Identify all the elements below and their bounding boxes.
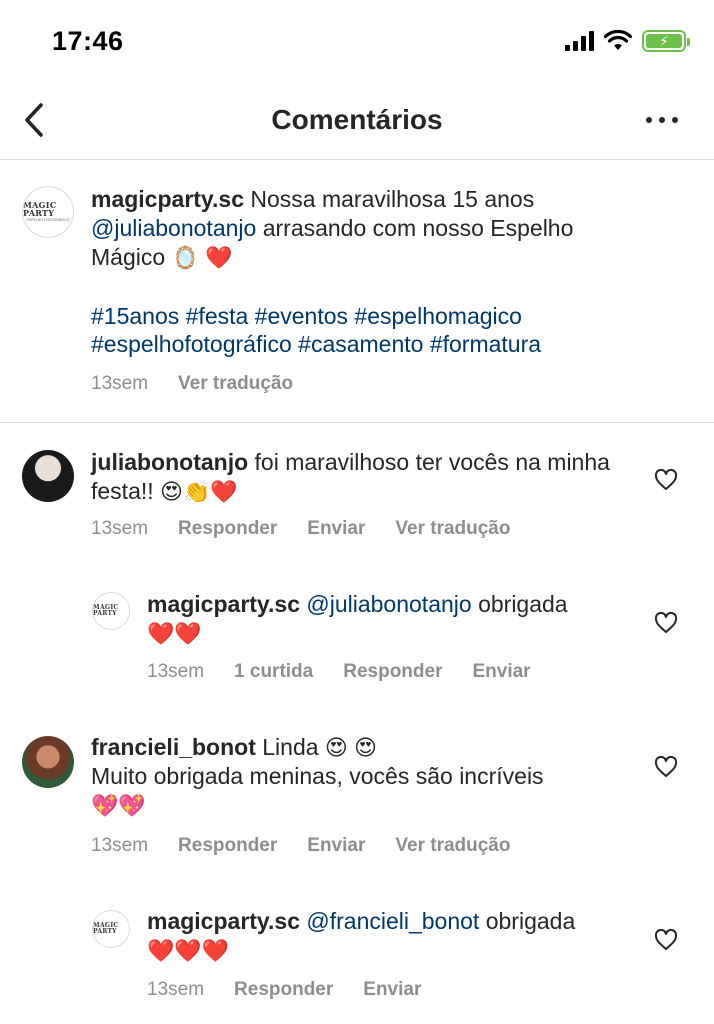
timestamp: 13sem <box>147 979 205 1000</box>
emoji: 💖💖 <box>91 793 146 818</box>
mention-link[interactable]: @juliabonotanjo <box>306 591 471 617</box>
hashtag-line[interactable]: #espelhofotográfico #casamento #formatur… <box>91 330 541 359</box>
timestamp: 13sem <box>91 373 149 394</box>
comment-text: magicparty.sc @francieli_bonot obrigada ❤… <box>147 908 576 963</box>
emoji: 😍👏❤️ <box>160 479 238 504</box>
wifi-icon <box>604 30 632 50</box>
divider <box>0 422 714 423</box>
like-button[interactable] <box>653 610 679 636</box>
avatar[interactable]: MAGIC PARTY <box>92 592 130 630</box>
translate-link[interactable]: Ver tradução <box>178 373 293 395</box>
heart-icon <box>654 469 678 490</box>
battery-charging-icon: ⚡ <box>642 30 690 52</box>
emoji: ❤️❤️❤️ <box>147 938 230 963</box>
emoji: ❤️❤️ <box>147 621 202 646</box>
send-button[interactable]: Enviar <box>307 835 365 857</box>
caption-meta: 13sem Ver tradução <box>91 373 293 395</box>
username-link[interactable]: francieli_bonot <box>91 734 256 760</box>
timestamp: 13sem <box>147 661 205 682</box>
caption-text: magicparty.sc Nossa maravilhosa 15 anos … <box>91 186 574 270</box>
mention-link[interactable]: @juliabonotanjo <box>91 215 256 241</box>
more-horizontal-icon <box>646 117 652 123</box>
heart-icon <box>654 612 678 633</box>
like-button[interactable] <box>653 467 679 493</box>
translate-link[interactable]: Ver tradução <box>395 518 510 540</box>
comment-meta: 13sem Responder Enviar Ver tradução <box>91 835 510 857</box>
reply-button[interactable]: Responder <box>178 518 277 540</box>
page-title: Comentários <box>271 104 443 135</box>
emoji: 🪞 ❤️ <box>171 245 233 270</box>
send-button[interactable]: Enviar <box>307 518 365 540</box>
username-link[interactable]: magicparty.sc <box>91 186 244 212</box>
comment-text: magicparty.sc @juliabonotanjo obrigada ❤️… <box>147 591 568 646</box>
reply-button[interactable]: Responder <box>178 835 277 857</box>
timestamp: 13sem <box>91 835 149 856</box>
mention-link[interactable]: @francieli_bonot <box>306 908 479 934</box>
like-button[interactable] <box>653 754 679 780</box>
status-bar: 17:46 ⚡ <box>0 0 714 80</box>
comment-meta: 13sem 1 curtida Responder Enviar <box>147 661 531 683</box>
status-icons: ⚡ <box>565 30 690 52</box>
send-button[interactable]: Enviar <box>472 661 530 683</box>
likes-count[interactable]: 1 curtida <box>234 661 313 683</box>
avatar[interactable] <box>22 736 74 788</box>
username-link[interactable]: magicparty.sc <box>147 908 300 934</box>
avatar[interactable]: MAGIC PARTY <box>92 910 130 948</box>
timestamp: 13sem <box>91 518 149 539</box>
avatar[interactable] <box>22 450 74 502</box>
comment-meta: 13sem Responder Enviar <box>147 979 421 1001</box>
heart-icon <box>654 756 678 777</box>
navigation-header: Comentários <box>0 80 714 160</box>
more-options-button[interactable] <box>646 108 678 132</box>
comment-text: francieli_bonot Linda 😍 😍 Muito obrigada … <box>91 734 544 818</box>
username-link[interactable]: magicparty.sc <box>147 591 300 617</box>
comment-text: juliabonotanjo foi maravilhoso ter vocês… <box>91 449 610 504</box>
reply-button[interactable]: Responder <box>343 661 442 683</box>
avatar[interactable]: MAGIC PARTY ESPELHO FOTOGRÁFICO <box>22 186 74 238</box>
translate-link[interactable]: Ver tradução <box>395 835 510 857</box>
comment-meta: 13sem Responder Enviar Ver tradução <box>91 518 510 540</box>
send-button[interactable]: Enviar <box>363 979 421 1001</box>
heart-icon <box>654 929 678 950</box>
like-button[interactable] <box>653 927 679 953</box>
reply-button[interactable]: Responder <box>234 979 333 1001</box>
username-link[interactable]: juliabonotanjo <box>91 449 248 475</box>
emoji: 😍 😍 <box>324 735 377 760</box>
cellular-signal-icon <box>565 31 594 51</box>
status-time: 17:46 <box>52 26 124 56</box>
hashtag-line[interactable]: #15anos #festa #eventos #espelhomagico <box>91 302 522 331</box>
